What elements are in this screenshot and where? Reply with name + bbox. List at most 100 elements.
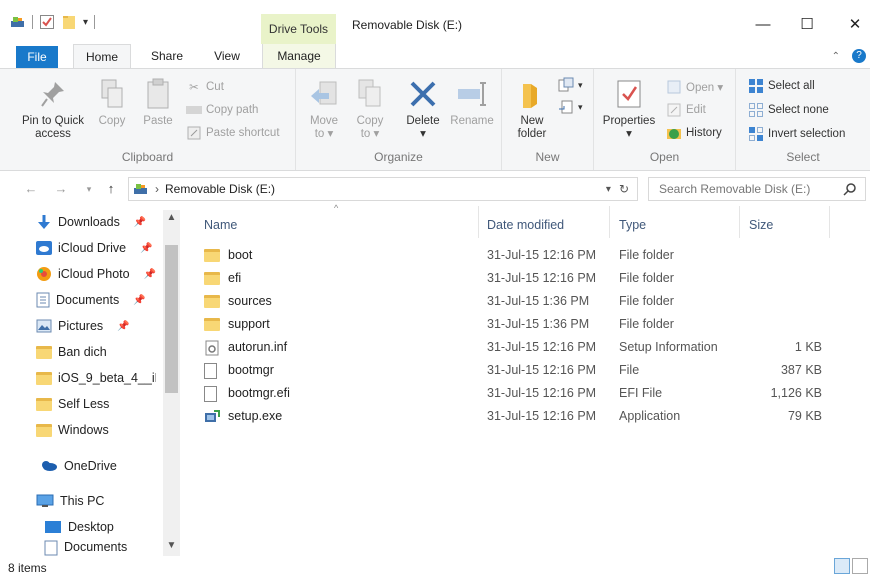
invert-selection-button[interactable]: Invert selection bbox=[748, 124, 845, 144]
column-separator[interactable] bbox=[609, 206, 610, 238]
pin-quick-access-button[interactable]: Pin to Quick access bbox=[14, 75, 92, 141]
delete-x-icon bbox=[404, 75, 442, 113]
file-size bbox=[742, 267, 822, 290]
open-group: Properties ▾ Open ▾ Edit History Open bbox=[594, 69, 736, 170]
select-all-button[interactable]: Select all bbox=[748, 76, 815, 96]
nav-item-downloads[interactable]: Downloads 📌 bbox=[36, 210, 146, 234]
new-folder-qat-icon[interactable] bbox=[61, 14, 77, 30]
paste-button[interactable]: Paste bbox=[136, 75, 180, 128]
address-dropdown-icon[interactable]: ▾ bbox=[606, 184, 611, 195]
close-button[interactable]: ✕ bbox=[840, 12, 870, 38]
nav-item-icloud-drive[interactable]: iCloud Drive 📌 bbox=[36, 236, 153, 260]
edit-icon bbox=[666, 102, 682, 118]
properties-button[interactable]: Properties ▾ bbox=[598, 75, 660, 141]
file-row[interactable]: sources 31-Jul-15 1:36 PM File folder bbox=[196, 290, 836, 313]
setup-information-file-icon bbox=[205, 340, 219, 355]
column-separator[interactable] bbox=[478, 206, 479, 238]
column-separator[interactable] bbox=[739, 206, 740, 238]
select-none-icon bbox=[748, 102, 764, 118]
nav-item-ban-dich[interactable]: Ban dich bbox=[36, 340, 107, 364]
file-type: File bbox=[619, 363, 640, 377]
cut-label: Cut bbox=[206, 81, 224, 93]
maximize-button[interactable]: ☐ bbox=[792, 12, 822, 38]
up-button[interactable]: ↑ bbox=[102, 179, 120, 199]
file-type: File folder bbox=[619, 317, 674, 331]
address-bar[interactable]: › Removable Disk (E:) ▾ ↻ bbox=[128, 177, 638, 201]
nav-item-onedrive[interactable]: OneDrive bbox=[40, 454, 117, 478]
delete-button[interactable]: Delete ▾ bbox=[398, 75, 448, 141]
drive-tools-context-label: Drive Tools bbox=[261, 14, 336, 44]
new-folder-button[interactable]: New folder bbox=[508, 75, 556, 141]
file-row[interactable]: efi 31-Jul-15 12:16 PM File folder bbox=[196, 267, 836, 290]
file-row[interactable]: setup.exe 31-Jul-15 12:16 PM Application… bbox=[196, 405, 836, 428]
tab-file[interactable]: File bbox=[16, 46, 58, 68]
nav-item-this-pc[interactable]: This PC bbox=[36, 489, 104, 513]
back-button[interactable]: ← bbox=[22, 179, 40, 199]
nav-item-desktop[interactable]: Desktop bbox=[44, 515, 114, 539]
file-row[interactable]: autorun.inf 31-Jul-15 12:16 PM Setup Inf… bbox=[196, 336, 836, 359]
nav-item-documents[interactable]: Documents 📌 bbox=[36, 288, 146, 312]
history-button[interactable]: History bbox=[666, 123, 722, 143]
nav-item-pictures[interactable]: Pictures 📌 bbox=[36, 314, 130, 338]
nav-item-icloud-photo[interactable]: iCloud Photo 📌 bbox=[36, 262, 156, 286]
qat-dropdown-icon[interactable]: ▾ bbox=[83, 17, 88, 28]
rename-label: Rename bbox=[450, 115, 494, 127]
file-row[interactable]: boot 31-Jul-15 12:16 PM File folder bbox=[196, 244, 836, 267]
column-header-date[interactable]: Date modified bbox=[487, 214, 564, 238]
scroll-up-arrow-icon[interactable]: ▲ bbox=[163, 210, 180, 226]
tab-home[interactable]: Home bbox=[73, 44, 131, 68]
refresh-icon[interactable]: ↻ bbox=[619, 182, 629, 196]
properties-check-icon[interactable] bbox=[39, 14, 55, 30]
collapse-ribbon-icon[interactable]: ⌃ bbox=[832, 51, 840, 62]
nav-item-documents-pc[interactable]: Documents bbox=[44, 540, 127, 556]
breadcrumb-chevron-icon[interactable]: › bbox=[155, 182, 159, 196]
file-row[interactable]: support 31-Jul-15 1:36 PM File folder bbox=[196, 313, 836, 336]
help-icon[interactable]: ? bbox=[852, 49, 866, 63]
pin-icon bbox=[34, 75, 72, 113]
file-date: 31-Jul-15 12:16 PM bbox=[487, 386, 597, 400]
search-box[interactable]: Search Removable Disk (E:) bbox=[648, 177, 866, 201]
new-item-button[interactable]: ▾ bbox=[558, 75, 583, 95]
generic-file-icon bbox=[204, 362, 217, 379]
paste-shortcut-button[interactable]: Paste shortcut bbox=[186, 123, 280, 143]
copy-to-button[interactable]: Copy to ▾ bbox=[348, 75, 392, 141]
tab-share[interactable]: Share bbox=[142, 44, 192, 68]
copy-to-label-line2: to ▾ bbox=[360, 128, 380, 140]
file-row[interactable]: bootmgr.efi 31-Jul-15 12:16 PM EFI File … bbox=[196, 382, 836, 405]
column-header-name[interactable]: Name bbox=[204, 214, 237, 238]
history-label: History bbox=[686, 127, 722, 139]
window-title: Removable Disk (E:) bbox=[352, 18, 463, 32]
open-button[interactable]: Open ▾ bbox=[666, 77, 723, 97]
edit-button[interactable]: Edit bbox=[666, 100, 706, 120]
nav-item-ios9-beta[interactable]: iOS_9_beta_4__iP bbox=[36, 366, 156, 390]
minimize-button[interactable]: — bbox=[748, 12, 778, 38]
copy-button[interactable]: Copy bbox=[90, 75, 134, 128]
nav-scrollbar-thumb[interactable] bbox=[165, 245, 178, 393]
generic-file-icon bbox=[204, 385, 217, 402]
tab-manage[interactable]: Manage bbox=[262, 44, 336, 68]
tab-view[interactable]: View bbox=[204, 44, 250, 68]
scroll-down-arrow-icon[interactable]: ▼ bbox=[163, 538, 180, 554]
easy-access-button[interactable]: ▾ bbox=[558, 97, 583, 117]
large-icons-view-icon[interactable] bbox=[852, 558, 868, 574]
file-row[interactable]: bootmgr 31-Jul-15 12:16 PM File 387 KB bbox=[196, 359, 836, 382]
column-header-type[interactable]: Type bbox=[619, 214, 646, 238]
nav-item-windows[interactable]: Windows bbox=[36, 418, 109, 442]
cut-button[interactable]: ✂ Cut bbox=[186, 77, 224, 97]
column-header-size[interactable]: Size bbox=[749, 214, 773, 238]
move-to-button[interactable]: Move to ▾ bbox=[302, 75, 346, 141]
nav-item-self-less[interactable]: Self Less bbox=[36, 392, 109, 416]
column-separator[interactable] bbox=[829, 206, 830, 238]
select-none-button[interactable]: Select none bbox=[748, 100, 829, 120]
breadcrumb-removable-disk[interactable]: Removable Disk (E:) bbox=[165, 182, 275, 196]
rename-button[interactable]: Rename bbox=[446, 75, 498, 128]
details-view-icon[interactable] bbox=[834, 558, 850, 574]
drive-icon[interactable] bbox=[10, 15, 26, 29]
properties-label: Properties bbox=[602, 115, 656, 127]
drive-icon bbox=[134, 184, 147, 194]
recent-locations-button[interactable]: ▾ bbox=[80, 179, 98, 199]
copy-path-button[interactable]: Copy path bbox=[186, 100, 258, 120]
new-group-label: New bbox=[535, 150, 560, 164]
search-icon[interactable] bbox=[843, 182, 857, 196]
forward-button[interactable]: → bbox=[52, 179, 70, 199]
